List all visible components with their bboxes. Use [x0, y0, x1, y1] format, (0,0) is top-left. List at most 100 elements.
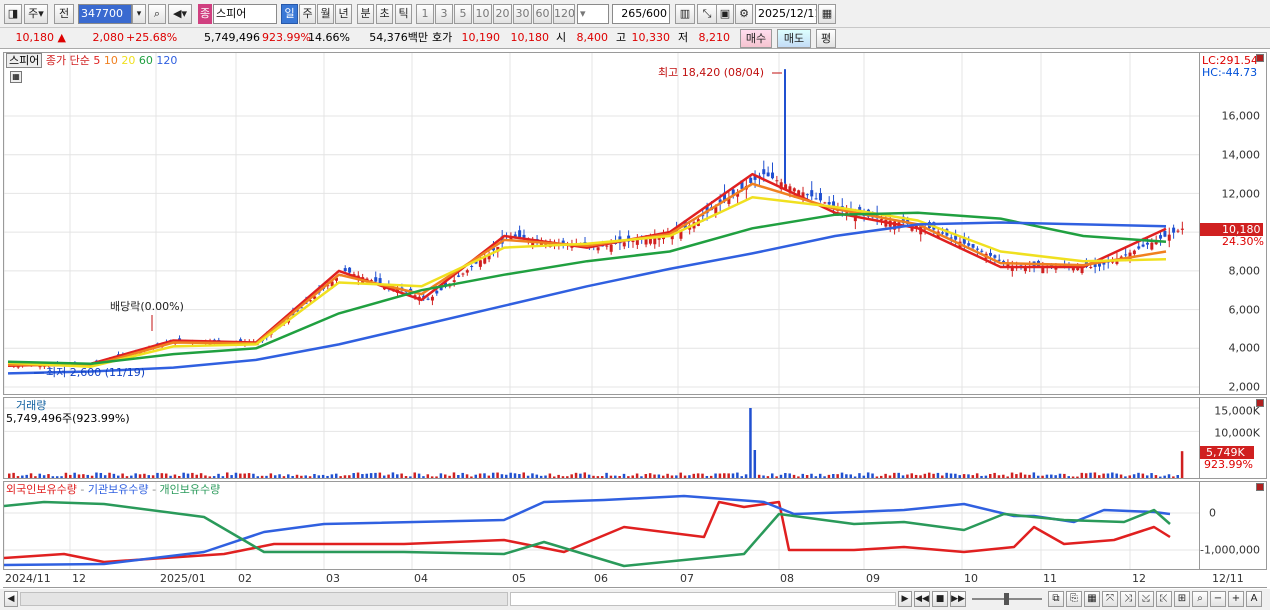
volume-bar: [147, 475, 151, 478]
volume-bar: [356, 472, 360, 478]
tool-a-icon[interactable]: ⤧: [1102, 591, 1118, 607]
volume-panel[interactable]: 거래량 5,749,496주(923.99%): [3, 397, 1200, 479]
minus-icon[interactable]: −: [1210, 591, 1226, 607]
save-icon[interactable]: ▣: [716, 4, 734, 24]
volume-bar: [1167, 474, 1171, 478]
stock-name-field[interactable]: 스피어: [213, 4, 277, 24]
x-label: 03: [326, 572, 340, 585]
interval-60-button[interactable]: 60: [533, 4, 552, 24]
volume-bar: [866, 472, 870, 478]
volume-bar: [99, 472, 103, 478]
candle-body: [596, 247, 600, 251]
period-year-button[interactable]: 년: [335, 4, 352, 24]
volume-bar: [16, 476, 20, 478]
code-dropdown-icon[interactable]: ▾: [132, 4, 146, 24]
volume-panel-close-icon[interactable]: [1256, 399, 1264, 407]
zoom-slider-handle[interactable]: [1004, 593, 1009, 605]
tool-d-icon[interactable]: ⤪: [1156, 591, 1172, 607]
layout-icon[interactable]: ⧉: [1048, 591, 1064, 607]
interval-1-button[interactable]: 1: [416, 4, 434, 24]
holding-tick: -1,000,000: [1200, 543, 1260, 557]
volume-bar: [117, 475, 120, 478]
data-count-field[interactable]: 265/600: [612, 4, 670, 24]
scroll-track[interactable]: [20, 592, 508, 606]
volume-bar: [570, 474, 573, 478]
interval-3-button[interactable]: 3: [435, 4, 453, 24]
legend-foreign: 외국인보유수량: [6, 483, 77, 496]
turnover-rate: 14.66%: [308, 31, 350, 44]
stock-tag[interactable]: 스피어: [6, 53, 43, 68]
volume-bar: [143, 473, 146, 478]
zoom-icon[interactable]: ⌕: [1192, 591, 1208, 607]
volume-bar: [784, 473, 787, 478]
volume-bar: [622, 473, 626, 478]
table-view-icon[interactable]: ▦: [10, 71, 22, 83]
toolbar-main: ◨ 주▾ 전 347700 ▾ ⌕ ◀▾ 종 스피어 일 주 월 년 분 초 틱…: [0, 0, 1270, 28]
font-size-icon[interactable]: A: [1246, 591, 1262, 607]
draw-tool-icon[interactable]: ⤡: [697, 4, 717, 24]
period-day-button[interactable]: 일: [281, 4, 298, 24]
calendar-icon[interactable]: ▦: [818, 4, 836, 24]
copy-icon[interactable]: ⎘: [1066, 591, 1082, 607]
volume-bar: [439, 473, 443, 478]
interval-5-button[interactable]: 5: [454, 4, 472, 24]
volume-bar: [470, 476, 473, 478]
stop-icon[interactable]: ■: [932, 591, 948, 607]
interval-20-button[interactable]: 20: [493, 4, 512, 24]
holding-panel-close-icon[interactable]: [1256, 483, 1264, 491]
volume-bar: [64, 472, 68, 478]
volume-bar: [1163, 475, 1166, 478]
scroll-left-icon[interactable]: ◀: [4, 591, 18, 607]
tool-b-icon[interactable]: ⤨: [1120, 591, 1136, 607]
settings-gear-icon[interactable]: ⚙: [735, 4, 753, 24]
period-tick-button[interactable]: 틱: [395, 4, 412, 24]
rewind-icon[interactable]: ◀◀: [914, 591, 930, 607]
tool-c-icon[interactable]: ⤩: [1138, 591, 1154, 607]
period-month-button[interactable]: 월: [317, 4, 334, 24]
volume-bar: [539, 475, 543, 478]
speaker-icon[interactable]: ◀▾: [168, 4, 192, 24]
period-second-button[interactable]: 초: [376, 4, 393, 24]
volume-bar: [435, 476, 438, 478]
candle-body: [609, 244, 613, 252]
period-minute-button[interactable]: 분: [357, 4, 374, 24]
period-week-button[interactable]: 주: [299, 4, 316, 24]
candle-body: [967, 243, 971, 246]
volume-bar: [164, 473, 168, 478]
volume-bar: [252, 473, 255, 478]
date-field[interactable]: 2025/12/11: [755, 4, 817, 24]
price-chart-panel[interactable]: 스피어 종가 단순 5 10 20 60 120 ▦ 최고 18,420 (08…: [3, 52, 1200, 395]
indicator-icon[interactable]: ▥: [675, 4, 695, 24]
fast-forward-icon[interactable]: ▶▶: [950, 591, 966, 607]
grid-icon[interactable]: ▦: [1084, 591, 1100, 607]
eval-button[interactable]: 평: [816, 29, 836, 48]
crosshair-icon[interactable]: ⊞: [1174, 591, 1190, 607]
volume-bar: [884, 473, 887, 478]
candle-body: [430, 296, 434, 301]
prev-button[interactable]: 전: [54, 4, 74, 24]
volume-bar: [701, 473, 704, 478]
buy-button[interactable]: 매수: [740, 29, 772, 48]
low-annotation: 최저 2,600 (11/19): [46, 366, 146, 379]
legend-ma5: 5: [93, 54, 101, 67]
interval-30-button[interactable]: 30: [513, 4, 532, 24]
volume-bar: [644, 474, 648, 478]
window-icon[interactable]: ◨: [4, 4, 22, 24]
scroll-right-icon[interactable]: ▶: [898, 591, 912, 607]
plus-icon[interactable]: +: [1228, 591, 1244, 607]
volume-bar: [880, 475, 883, 478]
interval-custom-select[interactable]: ▾: [577, 4, 609, 24]
price-panel-close-icon[interactable]: [1256, 54, 1264, 62]
interval-120-button[interactable]: 120: [553, 4, 575, 24]
sell-button[interactable]: 매도: [777, 29, 811, 48]
search-icon[interactable]: ⌕: [148, 4, 166, 24]
market-select[interactable]: 주▾: [24, 4, 48, 24]
volume-bar: [757, 474, 761, 478]
volume-bar: [696, 473, 700, 478]
volume-bar: [234, 472, 238, 478]
holding-panel[interactable]: 외국인보유수량 - 기관보유수량 - 개인보유수량: [3, 481, 1200, 570]
scroll-thumb[interactable]: [510, 592, 896, 606]
stock-code-input[interactable]: 347700: [78, 4, 132, 24]
interval-10-button[interactable]: 10: [473, 4, 492, 24]
candle-body: [374, 277, 378, 282]
